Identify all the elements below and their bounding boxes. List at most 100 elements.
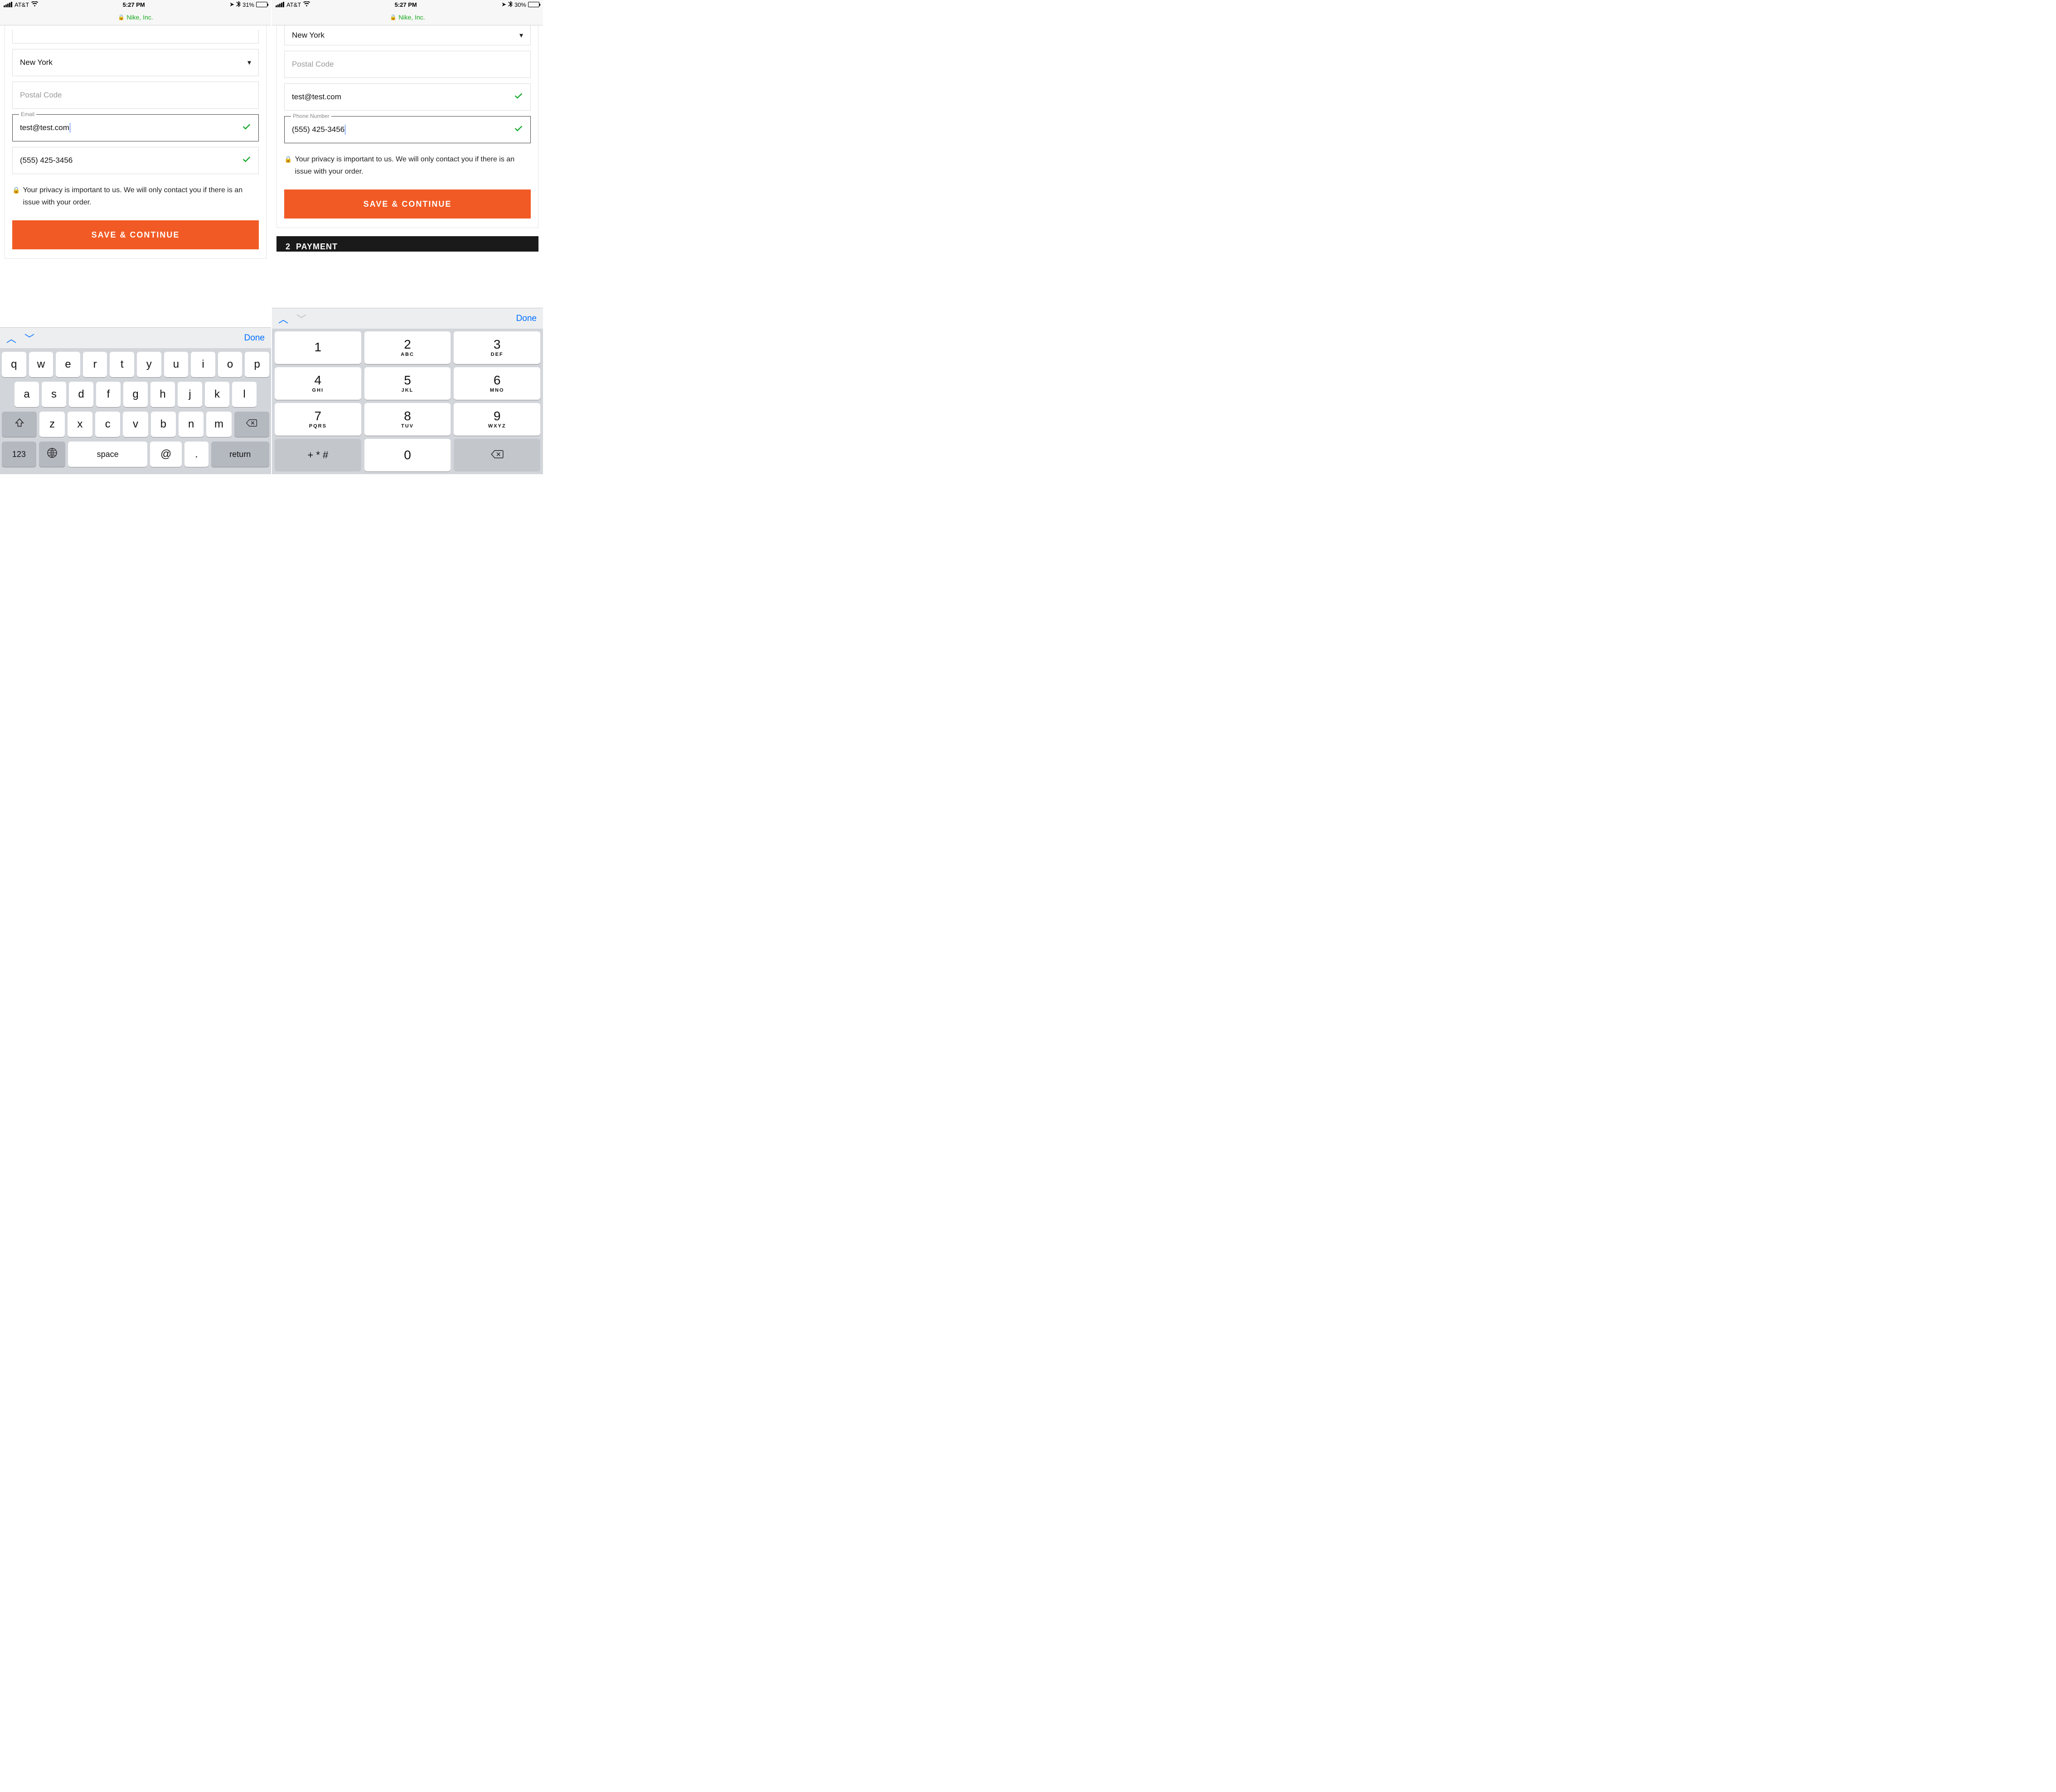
email-value: test@test.com [292, 92, 341, 102]
key-u[interactable]: u [164, 352, 189, 377]
key-3[interactable]: 3DEF [454, 331, 540, 364]
payment-section-header[interactable]: 2 PAYMENT [276, 236, 538, 252]
key-b[interactable]: b [151, 412, 176, 437]
state-select[interactable]: New York ▾ [284, 25, 531, 45]
key-k[interactable]: k [205, 382, 229, 407]
carrier-label: AT&T [286, 1, 301, 8]
next-field-button: ﹀ [296, 311, 306, 326]
key-a[interactable]: a [15, 382, 39, 407]
key-6[interactable]: 6MNO [454, 367, 540, 400]
privacy-text: Your privacy is important to us. We will… [23, 184, 259, 209]
key-8[interactable]: 8TUV [364, 403, 451, 436]
key-l[interactable]: l [232, 382, 257, 407]
key-t[interactable]: t [110, 352, 134, 377]
key-s[interactable]: s [42, 382, 66, 407]
keyboard-accessory: ︿ ﹀ Done [272, 308, 543, 329]
numbers-key[interactable]: 123 [2, 442, 36, 467]
key-e[interactable]: e [56, 352, 80, 377]
wifi-icon [303, 1, 310, 8]
prev-field-partial[interactable] [12, 30, 259, 44]
key-o[interactable]: o [218, 352, 242, 377]
page-content: New York ▾ Postal Code Email test@test.c… [0, 25, 271, 327]
key-v[interactable]: v [123, 412, 148, 437]
safari-address-bar[interactable]: 🔒 Nike, Inc. [0, 9, 271, 25]
return-key[interactable]: return [211, 442, 269, 467]
kb-row-4: 123 space @ . return [2, 442, 269, 467]
backspace-key[interactable] [234, 412, 269, 437]
check-icon [514, 92, 523, 103]
next-field-button[interactable]: ﹀ [24, 331, 34, 345]
space-key[interactable]: space [68, 442, 147, 467]
key-d[interactable]: d [69, 382, 93, 407]
save-continue-button[interactable]: SAVE & CONTINUE [12, 220, 259, 249]
phone-value: (555) 425-3456 [292, 125, 344, 134]
site-name: Nike, Inc. [398, 14, 425, 21]
bluetooth-icon [236, 1, 241, 9]
key-2[interactable]: 2ABC [364, 331, 451, 364]
at-key[interactable]: @ [150, 442, 182, 467]
location-icon: ➤ [501, 1, 506, 8]
keyboard-done-button[interactable]: Done [516, 314, 537, 324]
save-continue-button[interactable]: SAVE & CONTINUE [284, 189, 531, 219]
key-y[interactable]: y [137, 352, 161, 377]
clock-label: 5:27 PM [123, 1, 145, 8]
location-icon: ➤ [229, 1, 234, 8]
key-p[interactable]: p [245, 352, 269, 377]
safari-address-bar[interactable]: 🔒 Nike, Inc. [272, 9, 543, 25]
battery-pct-label: 30% [514, 1, 526, 8]
lock-icon: 🔒 [284, 153, 292, 178]
prev-field-button[interactable]: ︿ [6, 331, 16, 345]
key-n[interactable]: n [179, 412, 204, 437]
key-5[interactable]: 5JKL [364, 367, 451, 400]
key-i[interactable]: i [191, 352, 215, 377]
key-r[interactable]: r [83, 352, 107, 377]
shift-key[interactable] [2, 412, 37, 437]
phone-input[interactable]: Phone Number (555) 425-3456 [284, 116, 531, 143]
key-z[interactable]: z [39, 412, 64, 437]
lock-icon: 🔒 [118, 14, 125, 20]
key-0[interactable]: 0 [364, 439, 451, 471]
key-c[interactable]: c [95, 412, 120, 437]
lock-icon: 🔒 [390, 14, 397, 20]
key-m[interactable]: m [206, 412, 231, 437]
key-9[interactable]: 9WXYZ [454, 403, 540, 436]
dot-key[interactable]: . [184, 442, 209, 467]
state-select[interactable]: New York ▾ [12, 49, 259, 76]
key-h[interactable]: h [150, 382, 175, 407]
key-w[interactable]: w [29, 352, 53, 377]
wifi-icon [31, 1, 38, 8]
battery-icon [528, 2, 539, 7]
email-input[interactable]: test@test.com [284, 83, 531, 111]
email-value: test@test.com [20, 123, 69, 132]
backspace-key[interactable] [454, 439, 540, 471]
symbols-key[interactable]: + * # [275, 439, 361, 471]
privacy-note: 🔒 Your privacy is important to us. We wi… [284, 153, 531, 178]
globe-key[interactable] [39, 442, 65, 467]
email-input[interactable]: Email test@test.com [12, 114, 259, 141]
postal-placeholder: Postal Code [20, 91, 62, 100]
status-bar: AT&T 5:27 PM ➤ 30% [272, 0, 543, 9]
key-f[interactable]: f [96, 382, 121, 407]
signal-icon [276, 2, 284, 7]
postal-code-input[interactable]: Postal Code [284, 51, 531, 78]
battery-icon [256, 2, 267, 7]
key-x[interactable]: x [68, 412, 92, 437]
phone-right: AT&T 5:27 PM ➤ 30% 🔒 Nike, Inc. New York… [272, 0, 544, 474]
phone-input[interactable]: (555) 425-3456 [12, 147, 259, 174]
state-value: New York [292, 31, 325, 40]
check-icon [242, 155, 251, 166]
key-1[interactable]: 1 [275, 331, 361, 364]
prev-field-button[interactable]: ︿ [278, 311, 288, 326]
key-4[interactable]: 4GHI [275, 367, 361, 400]
keyboard-done-button[interactable]: Done [244, 333, 265, 343]
checkout-card: New York ▾ Postal Code Email test@test.c… [5, 25, 267, 259]
backspace-icon [490, 449, 504, 461]
state-value: New York [20, 58, 53, 67]
key-q[interactable]: q [2, 352, 26, 377]
signal-icon [4, 2, 12, 7]
postal-code-input[interactable]: Postal Code [12, 82, 259, 109]
key-g[interactable]: g [123, 382, 148, 407]
key-j[interactable]: j [178, 382, 202, 407]
key-7[interactable]: 7PQRS [275, 403, 361, 436]
shift-icon [15, 418, 24, 431]
